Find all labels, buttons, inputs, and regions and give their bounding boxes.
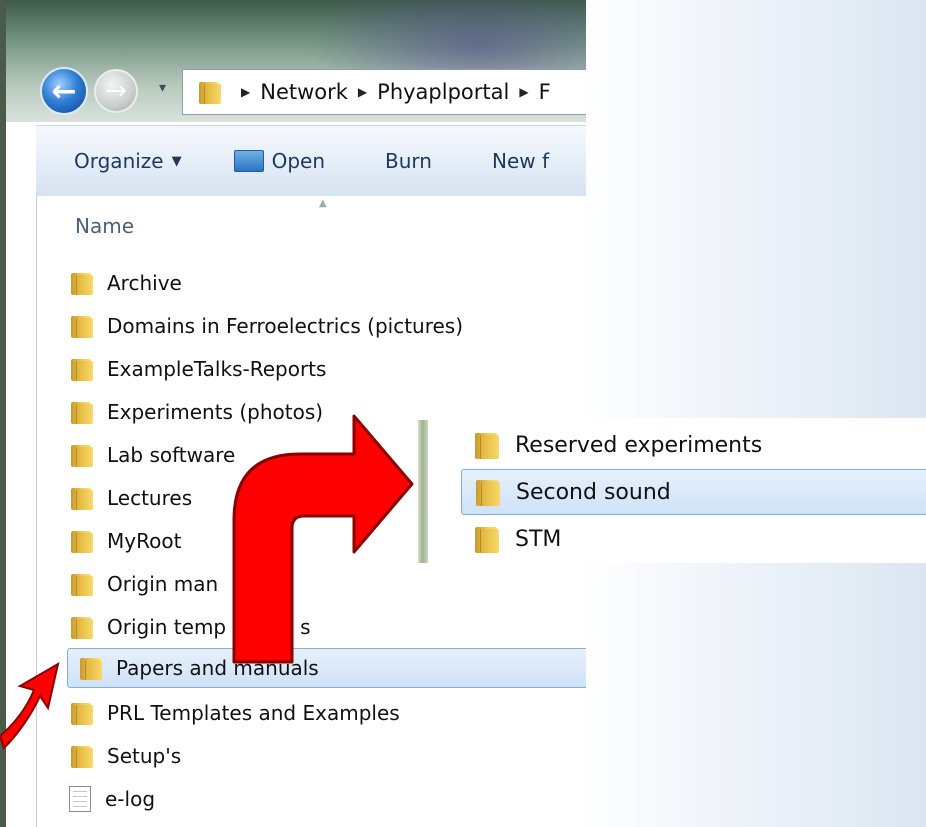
arrow-to-subfolder-icon xyxy=(232,414,414,664)
arrow-to-papers-icon xyxy=(0,661,60,750)
red-arrow-annotation xyxy=(0,414,414,750)
